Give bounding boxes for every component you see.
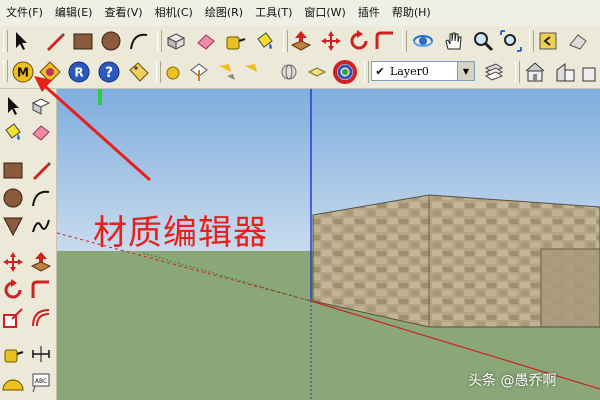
zoom-icon[interactable]	[470, 28, 496, 54]
rotate-icon[interactable]	[346, 28, 372, 54]
previous-view-icon[interactable]	[535, 28, 561, 54]
menu-draw[interactable]: 绘图(R)	[199, 0, 249, 26]
tape-measure-icon[interactable]	[222, 28, 248, 54]
rotate-icon[interactable]	[0, 277, 26, 303]
chevron-down-icon[interactable]: ▼	[457, 62, 474, 80]
move-icon[interactable]	[318, 28, 344, 54]
material-editor-icon[interactable]: M	[10, 59, 36, 85]
main-toolbar	[0, 26, 600, 57]
offset-icon[interactable]	[28, 305, 54, 331]
menu-tools[interactable]: 工具(T)	[249, 0, 298, 26]
rectangle-icon[interactable]	[0, 157, 26, 183]
arc-icon[interactable]	[126, 28, 152, 54]
toolbar-grip[interactable]	[3, 60, 8, 82]
pencil-line-icon[interactable]	[42, 28, 68, 54]
layer-dropdown[interactable]: ✔ Layer0 ▼	[371, 61, 475, 81]
menu-bar: 文件(F) 编辑(E) 查看(V) 相机(C) 绘图(R) 工具(T) 窗口(W…	[0, 0, 600, 27]
toolbar-grip[interactable]	[529, 30, 534, 52]
eraser-icon[interactable]	[193, 28, 219, 54]
sphere-icon[interactable]	[160, 59, 186, 85]
house-right-icon[interactable]	[578, 59, 600, 85]
move-icon[interactable]	[0, 249, 26, 275]
push-pull-icon[interactable]	[28, 249, 54, 275]
svg-text:ABC: ABC	[35, 378, 47, 385]
secondary-toolbar: M R ? ✔ Layer0 ▼	[0, 56, 600, 89]
globe-icon[interactable]	[276, 59, 302, 85]
sunlight-icon[interactable]	[238, 59, 264, 85]
circle-icon[interactable]	[98, 28, 124, 54]
menu-file[interactable]: 文件(F)	[0, 0, 49, 26]
make-component-icon[interactable]	[163, 28, 189, 54]
next-view-icon[interactable]	[565, 28, 591, 54]
watermark: 头条 @愚乔啊	[468, 373, 557, 389]
menu-plugins[interactable]: 插件	[352, 0, 386, 26]
select-arrow-icon[interactable]	[0, 93, 26, 119]
menu-edit[interactable]: 编辑(E)	[49, 0, 99, 26]
zoom-extents-icon[interactable]	[498, 28, 524, 54]
scale-icon[interactable]	[0, 305, 26, 331]
house-side-icon[interactable]	[552, 59, 578, 85]
menu-window[interactable]: 窗口(W)	[298, 0, 351, 26]
help-icon[interactable]: ?	[96, 59, 122, 85]
paint-bucket-icon[interactable]	[0, 119, 26, 145]
layer-manager-icon[interactable]	[481, 59, 507, 85]
make-component-icon[interactable]	[28, 93, 54, 119]
menu-view[interactable]: 查看(V)	[98, 0, 148, 26]
tag-icon[interactable]	[126, 59, 152, 85]
rectangle-icon[interactable]	[70, 28, 96, 54]
shadow-icon[interactable]	[212, 59, 238, 85]
sandbox-icon[interactable]	[37, 59, 63, 85]
toolbar-grip[interactable]	[515, 61, 520, 83]
compass-icon[interactable]	[186, 59, 212, 85]
dimension-icon[interactable]	[28, 341, 54, 367]
orbit-icon[interactable]	[410, 28, 436, 54]
svg-text:R: R	[74, 66, 83, 80]
push-pull-icon[interactable]	[288, 28, 314, 54]
text-tool-icon[interactable]: ABC	[28, 369, 54, 395]
left-toolbar: ABC	[0, 89, 57, 400]
select-arrow-icon[interactable]	[8, 28, 34, 54]
eraser-icon[interactable]	[28, 119, 54, 145]
wall-opening	[540, 248, 600, 328]
toolbar-grip[interactable]	[157, 30, 162, 52]
ruby-icon[interactable]: R	[66, 59, 92, 85]
house-front-icon[interactable]	[522, 59, 548, 85]
svg-text:?: ?	[105, 65, 113, 81]
menu-camera[interactable]: 相机(C)	[149, 0, 199, 26]
pencil-line-icon[interactable]	[28, 157, 54, 183]
menu-help[interactable]: 帮助(H)	[386, 0, 437, 26]
paint-bucket-icon[interactable]	[252, 28, 278, 54]
follow-me-icon[interactable]	[372, 28, 398, 54]
green-marker	[98, 89, 102, 105]
follow-me-icon[interactable]	[28, 277, 54, 303]
layer-dropdown-value: Layer0	[390, 64, 429, 78]
freehand-icon[interactable]	[28, 213, 54, 239]
color-wheel-icon[interactable]	[332, 59, 358, 85]
fog-icon[interactable]	[304, 59, 330, 85]
layer-visible-checkmark: ✔	[375, 64, 385, 78]
svg-text:M: M	[17, 66, 29, 80]
protractor-icon[interactable]	[0, 369, 26, 395]
annotation-label: 材质编辑器	[93, 213, 268, 253]
pan-hand-icon[interactable]	[440, 28, 466, 54]
toolbar-grip[interactable]	[364, 61, 369, 83]
circle-icon[interactable]	[0, 185, 26, 211]
toolbar-grip[interactable]	[402, 30, 407, 52]
polygon-icon[interactable]	[0, 213, 26, 239]
arc-icon[interactable]	[28, 185, 54, 211]
tape-measure-icon[interactable]	[0, 341, 26, 367]
